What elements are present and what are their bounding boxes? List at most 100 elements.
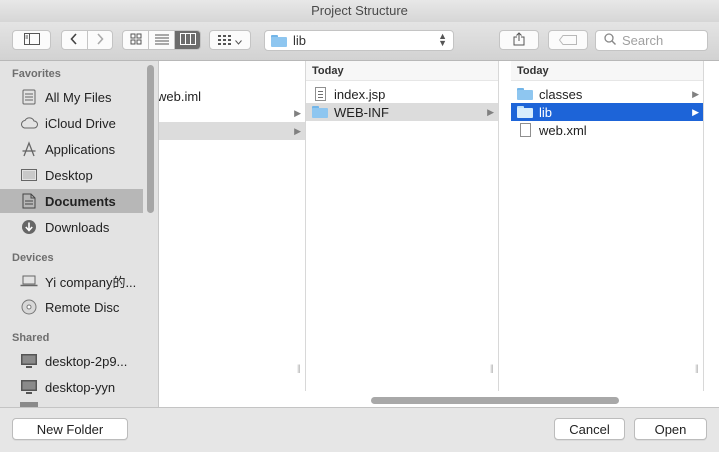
folder-icon: [517, 86, 533, 102]
sidebar-item-label: Downloads: [45, 219, 110, 235]
sidebar-item-label: Remote Disc: [45, 299, 120, 315]
sidebar-item-remote-disc[interactable]: Remote Disc: [0, 295, 143, 319]
sidebar-item-documents[interactable]: Documents: [0, 189, 143, 213]
column-2: Today index.jsp WEB-INF ▶ ||: [306, 61, 499, 391]
file-name: web.iml: [159, 88, 202, 104]
text-file-icon: [312, 86, 328, 102]
sidebar-item-label: desktop-2p9...: [45, 353, 128, 369]
documents-icon: [20, 192, 38, 210]
column-browser: web.iml ▶ ▶ || Today index.jsp WEB-INF ▶: [159, 61, 719, 407]
share-button[interactable]: [499, 30, 539, 50]
shared-header: Shared: [12, 332, 50, 344]
folder-row-web-inf[interactable]: WEB-INF ▶: [306, 103, 498, 121]
monitor-icon: [20, 352, 38, 370]
search-placeholder: Search: [622, 33, 664, 48]
disclosure-arrow-icon: ▶: [692, 89, 699, 99]
icon-view-button[interactable]: [123, 31, 149, 49]
sidebar-item-label: Desktop: [45, 167, 93, 183]
sidebar-item-desktop-2p9[interactable]: desktop-2p9...: [0, 349, 143, 373]
all-files-icon: [20, 88, 38, 106]
share-icon: [513, 31, 525, 49]
forward-button[interactable]: [88, 31, 113, 49]
favorites-header: Favorites: [12, 68, 61, 80]
arrange-button[interactable]: [209, 30, 251, 50]
sidebar-item-label: Applications: [45, 141, 116, 157]
disclosure-arrow-icon: ▶: [487, 107, 494, 117]
view-mode-group: [122, 30, 201, 50]
file-name: web.xml: [539, 122, 587, 138]
folder-row-lib[interactable]: lib ▶: [511, 103, 703, 121]
column-1: web.iml ▶ ▶ ||: [159, 61, 306, 391]
arrange-grid-icon: [218, 33, 232, 48]
folder-icon: [271, 34, 287, 47]
chevron-left-icon: [70, 32, 78, 48]
updown-arrows-icon: ▲ ▼: [438, 31, 447, 48]
path-popup[interactable]: lib ▲ ▼: [264, 30, 454, 51]
column-resize-grip[interactable]: ||: [490, 363, 494, 373]
folder-icon: [312, 104, 328, 120]
path-label: lib: [293, 33, 307, 48]
tag-icon: [558, 33, 577, 48]
file-icon: [517, 122, 533, 138]
folder-row-classes[interactable]: classes ▶: [511, 85, 703, 103]
column-3: Today classes ▶ lib ▶ web.xml ||: [511, 61, 704, 391]
disc-icon: [20, 298, 38, 316]
back-forward-group: [61, 30, 113, 50]
sidebar-item-label: Documents: [45, 193, 116, 209]
folder-name: classes: [539, 86, 583, 102]
grid-icon: [130, 33, 142, 48]
sidebar-scrollbar[interactable]: [147, 65, 154, 213]
sidebar-item-desktop-yyn[interactable]: desktop-yyn: [0, 375, 143, 399]
column-resize-grip[interactable]: ||: [695, 363, 699, 373]
file-dialog-window: Project Structure lib ▲ ▼ Search Favorit…: [0, 0, 719, 452]
folder-icon: [517, 104, 533, 120]
file-row-web-xml[interactable]: web.xml: [511, 121, 703, 139]
cancel-button[interactable]: Cancel: [554, 418, 625, 440]
list-view-button[interactable]: [149, 31, 175, 49]
file-row-index-jsp[interactable]: index.jsp: [306, 85, 498, 103]
folder-row[interactable]: ▶: [159, 104, 305, 122]
new-folder-button[interactable]: New Folder: [12, 418, 128, 440]
search-field[interactable]: Search: [595, 30, 708, 51]
sidebar-item-icloud-drive[interactable]: iCloud Drive: [0, 111, 143, 135]
folder-name: WEB-INF: [334, 104, 389, 120]
folder-name: lib: [539, 104, 553, 120]
disclosure-arrow-icon: ▶: [692, 107, 699, 117]
monitor-icon: [20, 378, 38, 396]
chevron-right-icon: [96, 32, 104, 48]
chevron-down-icon: [235, 33, 242, 48]
sidebar-item-label: All My Files: [45, 89, 112, 105]
sidebar-toggle-button[interactable]: [12, 30, 51, 50]
back-button[interactable]: [62, 31, 88, 49]
sidebar-item-label: iCloud Drive: [45, 115, 116, 131]
cloud-icon: [20, 114, 38, 132]
disclosure-arrow-icon: ▶: [294, 108, 301, 118]
column-view-button[interactable]: [175, 31, 200, 49]
laptop-icon: [20, 272, 38, 290]
tag-button[interactable]: [548, 30, 588, 50]
downloads-icon: [20, 218, 38, 236]
disclosure-arrow-icon: ▶: [294, 126, 301, 136]
horizontal-scrollbar[interactable]: [371, 397, 619, 404]
file-name: index.jsp: [334, 86, 386, 102]
sidebar-item-desktop[interactable]: Desktop: [0, 163, 143, 187]
column-header: Today: [511, 61, 703, 81]
sidebar-item-label: Yi company的...: [45, 274, 137, 290]
sidebar-icon: [23, 32, 40, 48]
sidebar-item-label: desktop-yyn: [45, 379, 116, 395]
sidebar-item-applications[interactable]: Applications: [0, 137, 143, 161]
column-resize-grip[interactable]: ||: [297, 363, 301, 373]
sidebar: Favorites All My Files iCloud Drive Appl…: [0, 61, 159, 407]
applications-icon: [20, 140, 38, 158]
open-button[interactable]: Open: [634, 418, 707, 440]
columns-icon: [179, 32, 196, 48]
folder-row-selected[interactable]: ▶: [159, 122, 305, 140]
sidebar-item-downloads[interactable]: Downloads: [0, 215, 143, 239]
sidebar-item-yi-company[interactable]: Yi company的...: [0, 269, 143, 293]
search-icon: [604, 33, 616, 48]
column-header: Today: [306, 61, 498, 81]
sidebar-item-all-my-files[interactable]: All My Files: [0, 85, 143, 109]
desktop-icon: [20, 166, 38, 184]
list-icon: [154, 33, 169, 48]
file-row-web-iml[interactable]: web.iml: [159, 87, 297, 105]
